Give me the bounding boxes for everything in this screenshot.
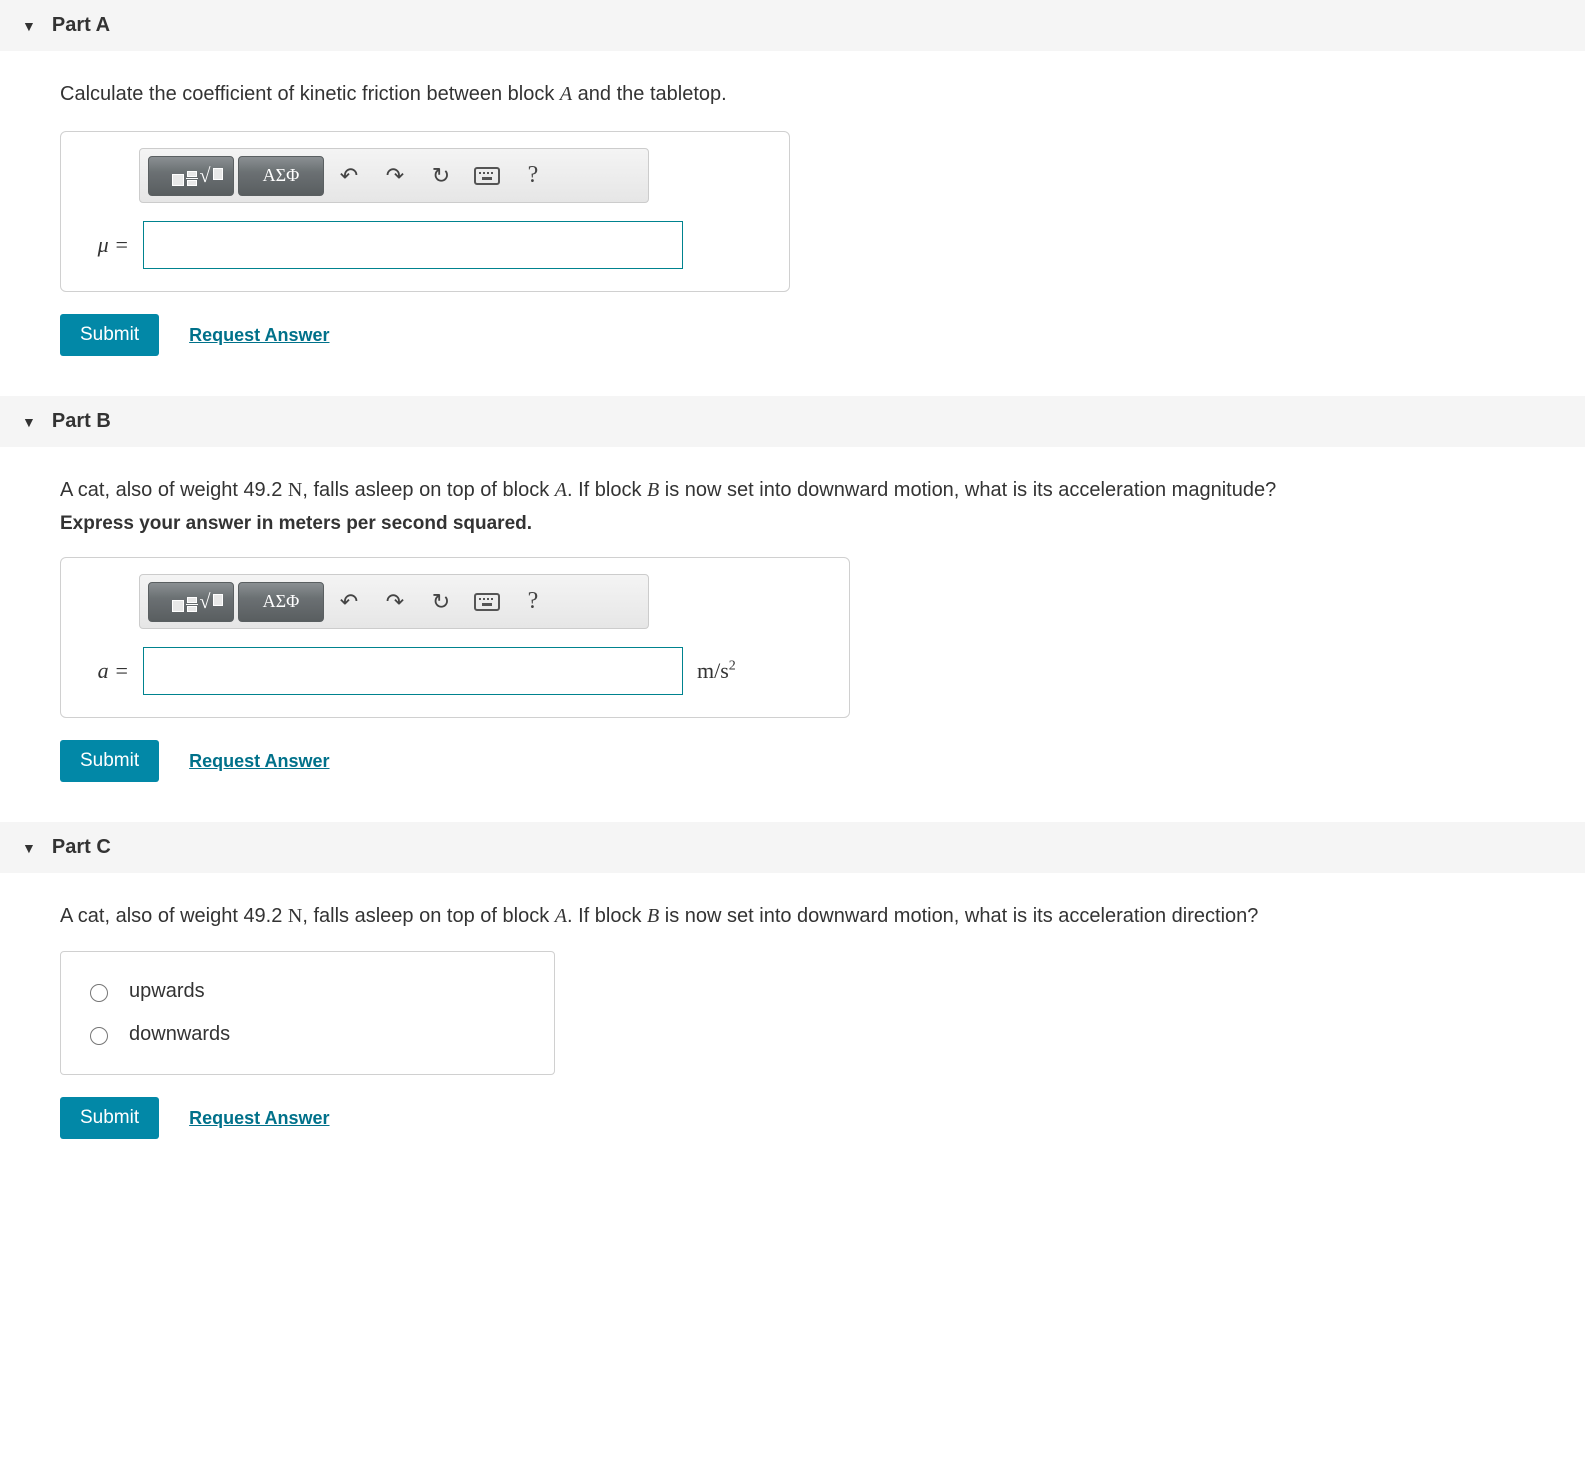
part-a-var-label: μ = (89, 232, 129, 258)
undo-button[interactable]: ↶ (328, 156, 370, 196)
part-b-units: m/s2 (697, 658, 736, 684)
option-upwards-label: upwards (129, 980, 205, 1003)
keyboard-icon (474, 593, 500, 611)
redo-button[interactable]: ↷ (374, 156, 416, 196)
part-b-answer-box: √ ΑΣΦ ↶ ↷ ↻ ? a = m/s2 (60, 557, 850, 718)
help-button[interactable]: ? (512, 582, 554, 622)
option-downwards[interactable]: downwards (79, 1013, 536, 1056)
help-icon: ? (528, 588, 539, 615)
part-c-prompt: A cat, also of weight 49.2 N, falls asle… (60, 901, 1585, 931)
part-b-answer-input[interactable] (143, 647, 683, 695)
option-upwards-radio[interactable] (90, 984, 108, 1002)
part-a-prompt: Calculate the coefficient of kinetic fri… (60, 79, 1585, 109)
help-icon: ? (528, 162, 539, 189)
keyboard-icon (474, 167, 500, 185)
part-c-request-answer-link[interactable]: Request Answer (189, 1108, 329, 1129)
option-downwards-label: downwards (129, 1023, 230, 1046)
equation-toolbar: √ ΑΣΦ ↶ ↷ ↻ ? (139, 574, 649, 629)
part-c-header[interactable]: ▼ Part C (0, 822, 1585, 873)
help-button[interactable]: ? (512, 156, 554, 196)
templates-button[interactable]: √ (148, 156, 234, 196)
part-a-request-answer-link[interactable]: Request Answer (189, 325, 329, 346)
caret-down-icon: ▼ (22, 414, 36, 430)
part-a-header[interactable]: ▼ Part A (0, 0, 1585, 51)
undo-icon: ↶ (340, 163, 358, 189)
option-upwards[interactable]: upwards (79, 970, 536, 1013)
part-c-submit-button[interactable]: Submit (60, 1097, 159, 1139)
undo-icon: ↶ (340, 589, 358, 615)
option-downwards-radio[interactable] (90, 1027, 108, 1045)
templates-button[interactable]: √ (148, 582, 234, 622)
part-a-submit-button[interactable]: Submit (60, 314, 159, 356)
part-b-title: Part B (52, 410, 111, 433)
part-b-instruction: Express your answer in meters per second… (60, 513, 1585, 535)
part-b-prompt: A cat, also of weight 49.2 N, falls asle… (60, 475, 1585, 505)
keyboard-button[interactable] (466, 582, 508, 622)
reset-button[interactable]: ↻ (420, 582, 462, 622)
reset-button[interactable]: ↻ (420, 156, 462, 196)
caret-down-icon: ▼ (22, 840, 36, 856)
reset-icon: ↻ (432, 163, 450, 189)
greek-button[interactable]: ΑΣΦ (238, 582, 324, 622)
part-b-header[interactable]: ▼ Part B (0, 396, 1585, 447)
redo-icon: ↷ (386, 163, 404, 189)
part-a-title: Part A (52, 14, 110, 37)
part-a-body: Calculate the coefficient of kinetic fri… (0, 51, 1585, 396)
redo-button[interactable]: ↷ (374, 582, 416, 622)
redo-icon: ↷ (386, 589, 404, 615)
undo-button[interactable]: ↶ (328, 582, 370, 622)
part-c-body: A cat, also of weight 49.2 N, falls asle… (0, 873, 1585, 1179)
keyboard-button[interactable] (466, 156, 508, 196)
part-a-answer-input[interactable] (143, 221, 683, 269)
reset-icon: ↻ (432, 589, 450, 615)
part-c-options: upwards downwards (60, 951, 555, 1075)
caret-down-icon: ▼ (22, 18, 36, 34)
part-a-answer-box: √ ΑΣΦ ↶ ↷ ↻ ? μ = (60, 131, 790, 292)
part-b-var-label: a = (89, 658, 129, 684)
part-b-submit-button[interactable]: Submit (60, 740, 159, 782)
part-b-body: A cat, also of weight 49.2 N, falls asle… (0, 447, 1585, 822)
part-b-request-answer-link[interactable]: Request Answer (189, 751, 329, 772)
equation-toolbar: √ ΑΣΦ ↶ ↷ ↻ ? (139, 148, 649, 203)
part-c-title: Part C (52, 836, 111, 859)
greek-button[interactable]: ΑΣΦ (238, 156, 324, 196)
